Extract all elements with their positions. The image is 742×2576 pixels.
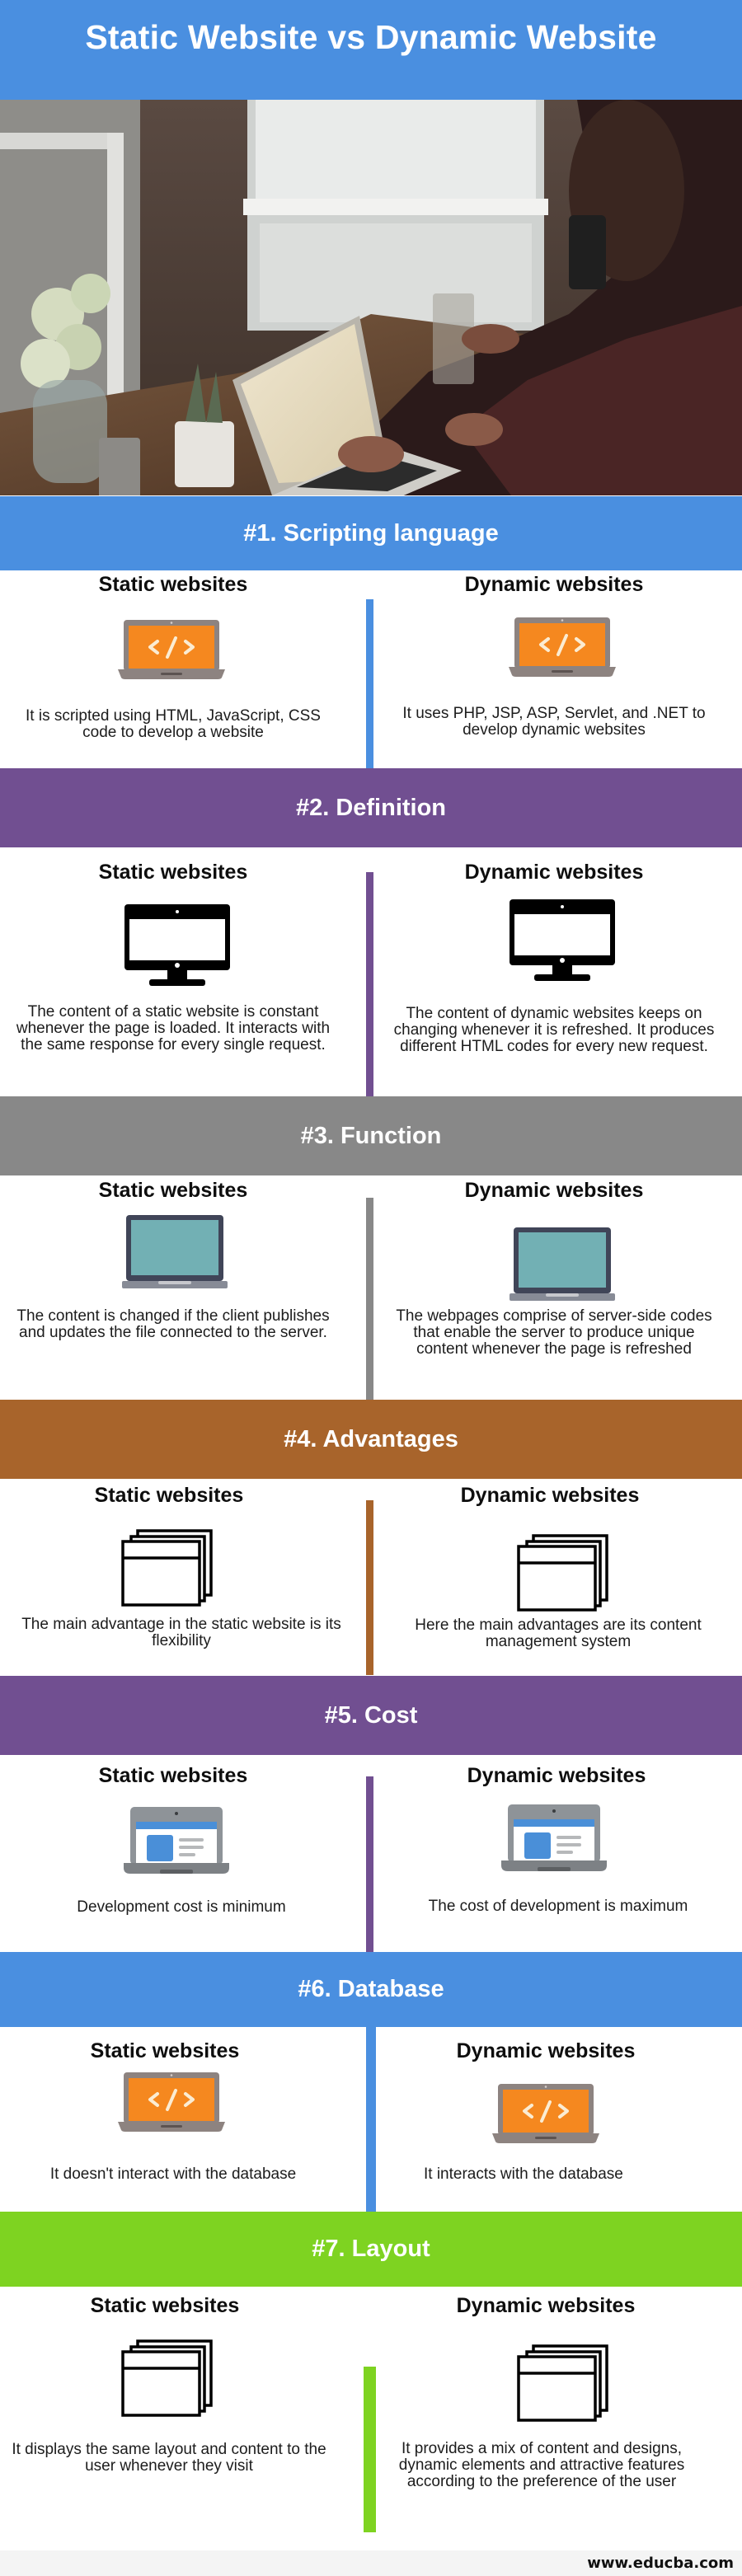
teal-laptop-icon: [122, 1215, 228, 1288]
section-3-banner: #3. Function: [0, 1096, 742, 1175]
section-1-dynamic-heading: Dynamic websites: [464, 573, 644, 596]
section-7-title: #7. Layout: [312, 2236, 430, 2262]
section-3-static-heading: Static websites: [98, 1179, 248, 1202]
section-6-dynamic-text: It interacts with the database: [424, 2165, 623, 2183]
section-7-static-text: It displays the same layout and content …: [12, 2441, 326, 2475]
section-2-dynamic-heading: Dynamic websites: [464, 861, 644, 884]
stacked-windows-icon: [517, 2344, 608, 2422]
section-3-dynamic-heading: Dynamic websites: [464, 1179, 644, 1202]
section-4-divider: [366, 1500, 373, 1675]
section-5-dynamic-heading: Dynamic websites: [467, 1764, 646, 1787]
section-5-banner: #5. Cost: [0, 1676, 742, 1755]
monitor-icon: [510, 899, 615, 981]
section-4-dynamic-text: Here the main advantages are its content…: [415, 1616, 702, 1650]
monitor-icon: [124, 904, 230, 986]
section-3-divider: [366, 1198, 373, 1400]
code-laptop-icon: [118, 620, 225, 679]
section-7-dynamic-text: It provides a mix of content and designs…: [398, 2440, 685, 2490]
section-4-dynamic-heading: Dynamic websites: [460, 1484, 640, 1507]
section-6-divider: [366, 2027, 376, 2212]
hero-photo: [0, 100, 742, 495]
section-5-dynamic-text: The cost of development is maximum: [428, 1898, 688, 1915]
section-4-static-text: The main advantage in the static website…: [21, 1616, 341, 1649]
section-7-divider: [364, 2367, 376, 2532]
section-4-static-heading: Static websites: [94, 1484, 244, 1507]
section-1-static-text: It is scripted using HTML, JavaScript, C…: [26, 707, 321, 741]
stacked-windows-icon: [121, 1529, 213, 1607]
section-6-banner: #6. Database: [0, 1952, 742, 2027]
section-7-banner: #7. Layout: [0, 2212, 742, 2287]
code-laptop-icon: [492, 2084, 599, 2143]
section-2-dynamic-text: The content of dynamic websites keeps on…: [393, 1005, 715, 1055]
section-6-dynamic-heading: Dynamic websites: [456, 2039, 636, 2062]
section-3-static-text: The content is changed if the client pub…: [16, 1307, 330, 1341]
section-5-static-text: Development cost is minimum: [77, 1898, 286, 1916]
section-4-title: #4. Advantages: [284, 1425, 458, 1452]
section-1-dynamic-text: It uses PHP, JSP, ASP, Servlet, and .NET…: [402, 705, 706, 739]
section-6-static-text: It doesn't interact with the database: [49, 2165, 297, 2183]
section-7-static-heading: Static websites: [90, 2294, 240, 2317]
hero-photo-illustration: [0, 100, 742, 495]
webpage-laptop-icon: [501, 1804, 607, 1871]
section-1-banner: #1. Scripting language: [0, 496, 742, 570]
section-5-static-heading: Static websites: [98, 1764, 248, 1787]
code-laptop-icon: [118, 2072, 225, 2132]
footer-site-link[interactable]: www.educba.com: [587, 2555, 734, 2572]
section-3-title: #3. Function: [300, 1122, 442, 1149]
section-3-dynamic-text: The webpages comprise of server-side cod…: [396, 1307, 712, 1358]
section-6-static-heading: Static websites: [90, 2039, 240, 2062]
page-title: Static Website vs Dynamic Website: [85, 18, 657, 56]
section-5-title: #5. Cost: [324, 1701, 418, 1729]
webpage-laptop-icon: [124, 1807, 229, 1874]
section-2-banner: #2. Definition: [0, 768, 742, 847]
section-1-title: #1. Scripting language: [243, 519, 499, 547]
stacked-windows-icon: [517, 1534, 608, 1612]
section-5-divider: [366, 1776, 373, 1952]
section-2-static-heading: Static websites: [98, 861, 248, 884]
section-1-divider: [366, 599, 373, 768]
section-2-divider: [366, 872, 373, 1096]
stacked-windows-icon: [121, 2339, 213, 2417]
section-4-banner: #4. Advantages: [0, 1400, 742, 1479]
section-2-static-text: The content of a static website is const…: [16, 1003, 331, 1053]
teal-laptop-icon: [510, 1227, 615, 1301]
code-laptop-icon: [509, 617, 616, 677]
section-7-dynamic-heading: Dynamic websites: [456, 2294, 636, 2317]
section-2-title: #2. Definition: [295, 794, 447, 821]
section-1-static-heading: Static websites: [98, 573, 248, 596]
section-6-title: #6. Database: [298, 1976, 444, 2002]
